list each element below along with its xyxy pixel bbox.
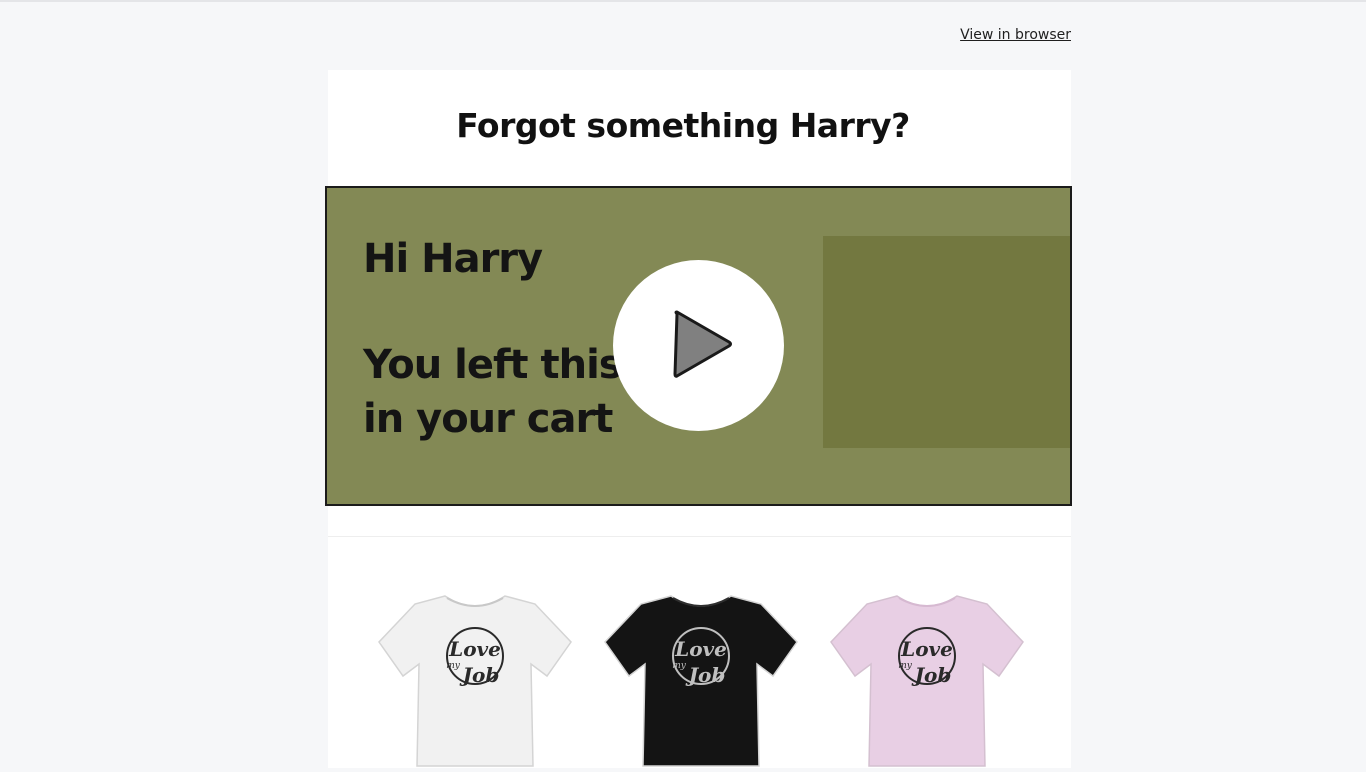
section-divider bbox=[328, 536, 1071, 537]
svg-text:Job: Job bbox=[459, 663, 500, 687]
svg-text:Job: Job bbox=[685, 663, 726, 687]
product-tshirt-white[interactable]: Love my Job bbox=[375, 590, 575, 768]
svg-text:Love: Love bbox=[448, 637, 501, 661]
play-button[interactable] bbox=[613, 260, 784, 431]
tshirt-image: Love my Job bbox=[378, 595, 572, 767]
view-in-browser-link[interactable]: View in browser bbox=[960, 27, 1071, 43]
top-divider bbox=[0, 0, 1366, 2]
svg-text:Love: Love bbox=[674, 637, 727, 661]
email-headline: Forgot something Harry? bbox=[456, 106, 910, 145]
play-icon bbox=[673, 310, 732, 378]
tshirt-image: Love my Job bbox=[604, 595, 798, 767]
video-message-line-2: in your cart bbox=[363, 396, 613, 442]
svg-text:my: my bbox=[446, 661, 461, 671]
product-tshirt-pink[interactable]: Love my Job bbox=[827, 590, 1027, 768]
tshirt-image: Love my Job bbox=[830, 595, 1024, 767]
svg-text:my: my bbox=[898, 661, 913, 671]
product-grid: Love my Job Love my Job Love my Job bbox=[328, 580, 1071, 770]
svg-text:my: my bbox=[672, 661, 687, 671]
video-message-line-1: You left this bbox=[363, 342, 623, 388]
video-greeting: Hi Harry bbox=[363, 236, 543, 282]
svg-text:Job: Job bbox=[911, 663, 952, 687]
product-tshirt-black[interactable]: Love my Job bbox=[601, 590, 801, 768]
video-side-panel bbox=[823, 236, 1070, 448]
svg-text:Love: Love bbox=[900, 637, 953, 661]
video-thumbnail[interactable]: Hi Harry You left this in your cart bbox=[325, 186, 1072, 506]
